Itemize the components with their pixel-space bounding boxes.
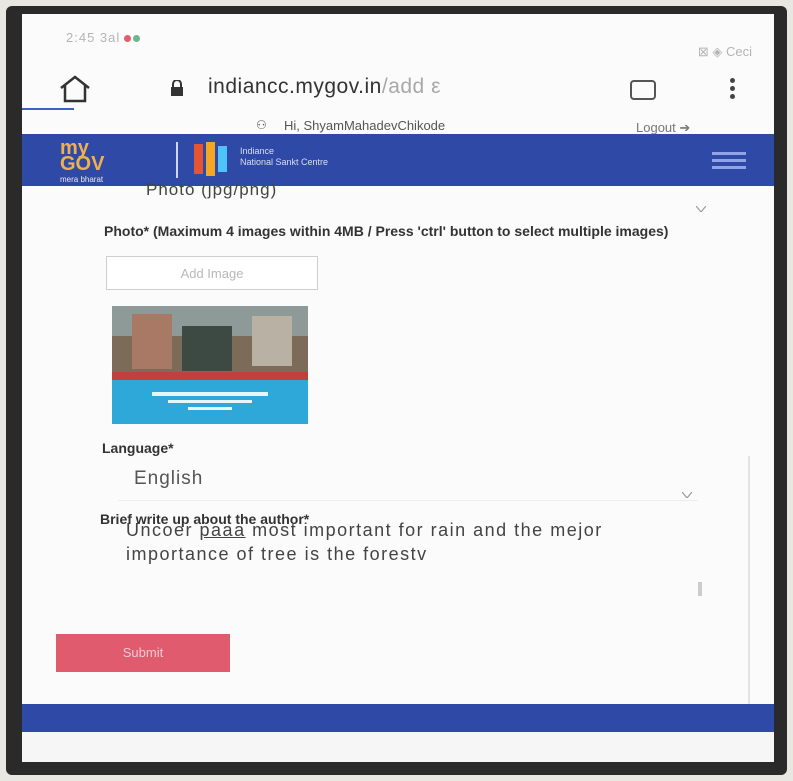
uploaded-image-thumbnail[interactable] xyxy=(112,306,308,424)
user-icon: ⚇ xyxy=(256,118,267,132)
user-row: ⚇ Hi, ShyamMahadevChikode Logout ➔ xyxy=(22,114,774,136)
more-menu-icon[interactable] xyxy=(730,76,738,102)
textarea-scrollbar[interactable] xyxy=(698,582,702,596)
page-load-progress xyxy=(22,108,74,110)
photo-type-field[interactable]: Photo (jpg/png) xyxy=(146,180,277,200)
hamburger-menu-icon[interactable] xyxy=(712,152,746,173)
about-author-textarea[interactable]: Uncoer paaa most important for rain and … xyxy=(126,518,686,602)
campaign-subtitle: Indiance National Sankt Centre xyxy=(240,146,329,167)
phone-screen: 2:45 3al ⊠ ◈ Ceci indiancc.mygov.in/add … xyxy=(22,14,774,762)
campaign-logo-icon xyxy=(194,142,227,176)
lock-icon xyxy=(171,80,183,96)
browser-bottom-area xyxy=(22,732,774,762)
browser-url-bar: indiancc.mygov.in/add ε xyxy=(22,66,774,116)
language-label: Language* xyxy=(102,440,174,456)
tabs-icon[interactable] xyxy=(630,80,656,100)
chevron-down-icon xyxy=(696,206,706,212)
mygov-logo[interactable]: my GOV mera bharat xyxy=(60,138,104,188)
notification-dot-icon xyxy=(133,35,141,42)
status-bar: 2:45 3al ⊠ ◈ Ceci xyxy=(22,14,774,59)
home-icon[interactable] xyxy=(58,74,92,104)
photo-instructions: Photo* (Maximum 4 images within 4MB / Pr… xyxy=(104,223,669,239)
url-field[interactable]: indiancc.mygov.in/add ε xyxy=(208,75,441,99)
form-content: Photo (jpg/png) Photo* (Maximum 4 images… xyxy=(22,180,774,716)
submit-button[interactable]: Submit xyxy=(56,634,230,672)
site-header: my GOV mera bharat Indiance National San… xyxy=(22,134,774,186)
logo-divider xyxy=(176,142,178,178)
site-footer xyxy=(22,704,774,732)
add-image-button[interactable]: Add Image xyxy=(106,256,318,290)
status-right-icons: ⊠ ◈ Ceci xyxy=(697,44,752,59)
notification-dot-icon xyxy=(124,35,132,42)
chevron-down-icon xyxy=(682,492,692,498)
language-select[interactable]: English xyxy=(118,458,698,501)
scroll-track xyxy=(748,456,750,716)
user-greeting: Hi, ShyamMahadevChikode xyxy=(284,118,446,133)
status-time-signal: 2:45 3al xyxy=(66,30,141,45)
